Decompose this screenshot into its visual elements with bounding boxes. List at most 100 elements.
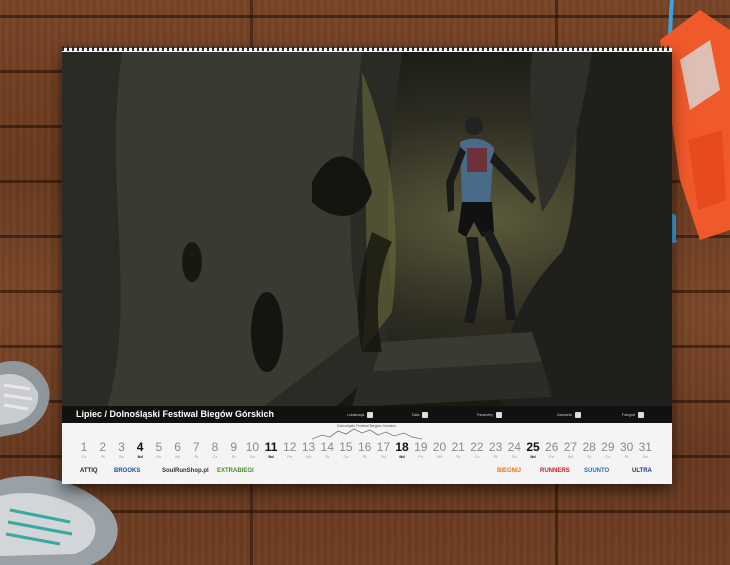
day-number: 11 [264,440,278,454]
calendar-day: 3 So [111,441,131,460]
day-weekday: So [642,454,648,459]
calendar-day: 5 Pn [149,441,169,460]
runner-figure [446,117,536,324]
day-number: 31 [638,440,652,454]
calendar-day: 27 Wt [560,441,580,460]
day-weekday: So [380,454,386,459]
location-icon [367,412,374,418]
calendar-day: 11 Nd [261,441,281,460]
day-number: 28 [582,440,596,454]
days-row: 1 Cz 2 Pt 3 So 4 Nd 5 Pn 6 Wt 7 Śr 8 Cz 9 Pt 10 So 11 Nd 12 Pn 1… [78,441,658,463]
day-weekday: Nd [530,454,536,459]
day-number: 1 [80,440,88,454]
day-number: 21 [451,440,465,454]
calendar-day: 18 Nd [392,441,412,460]
day-number: 20 [432,440,447,454]
day-number: 22 [470,440,484,454]
sponsor-logo: ULTRA [632,468,652,474]
day-weekday: Wt [567,454,573,459]
day-number: 16 [357,440,372,454]
calendar-day: 17 So [373,441,393,460]
day-number: 12 [283,440,297,454]
day-number: 2 [99,440,107,454]
day-weekday: Cz [81,454,87,459]
info-runner-label: Zawodnik [557,413,572,417]
day-weekday: Pt [231,454,236,459]
day-number: 24 [507,440,521,454]
calendar-day: 29 Cz [598,441,618,460]
runner-icon [574,412,581,418]
calendar-day: 30 Pt [617,441,637,460]
day-weekday: Cz [212,454,218,459]
day-weekday: So [249,454,255,459]
info-parameters: Parametry [477,409,503,421]
day-number: 29 [601,440,615,454]
calendar-day: 28 Śr [579,441,599,460]
calendar-day: 25 Nd [523,441,543,460]
day-weekday: Śr [325,454,330,459]
day-weekday: So [511,454,517,459]
day-weekday: Wt [437,454,442,459]
day-number: 9 [230,440,238,454]
caption-bar: Lipiec / Dolnośląski Festiwal Biegów Gór… [62,406,672,423]
sponsor-logo: RUNNERS [540,468,570,474]
calendar-day: 9 Pt [224,441,244,460]
day-number: 23 [488,440,503,454]
calendar-day: 15 Cz [336,441,356,460]
calendar-day: 7 Śr [186,441,206,460]
elevation-profile [312,428,422,440]
day-weekday: Śr [587,454,592,459]
day-weekday: Pn [549,454,555,459]
day-number: 19 [414,440,428,454]
day-weekday: So [118,454,124,459]
day-weekday: Cz [474,454,480,459]
day-number: 14 [320,440,334,454]
calendar-day: 12 Pn [280,441,300,460]
day-number: 26 [545,440,559,454]
day-number: 17 [376,440,391,454]
day-weekday: Nd [268,454,274,459]
calendar-day: 24 So [504,441,524,460]
calendar-day: 14 Śr [317,441,337,460]
day-number: 4 [136,440,144,454]
day-weekday: Nd [399,454,405,459]
sponsor-logo: BIEGNIJ [497,468,522,474]
day-number: 25 [526,440,540,454]
calendar-day: 4 Nd [130,441,150,460]
day-number: 3 [118,440,125,454]
day-number: 5 [155,440,163,454]
calendar-strip: Dolnośląski Festiwal Biegów Górskich 1 Cz… [62,423,672,484]
mountain-icon [496,412,503,418]
calendar-day: 6 Wt [168,441,188,460]
day-weekday: Pt [362,454,367,459]
info-photographer: Fotograf [622,409,645,421]
calendar-day: 19 Pn [411,441,431,460]
calendar-day: 2 Pt [93,441,113,460]
day-number: 13 [301,440,316,454]
calendar-day: 26 Pn [542,441,562,460]
info-runner: Zawodnik [557,409,581,421]
info-date-label: Data [412,413,420,417]
info-photographer-label: Fotograf [622,413,636,417]
info-location-label: Lokalizacja [347,413,365,417]
day-number: 18 [395,440,409,454]
day-weekday: Pn [418,454,424,459]
photo-scene [62,52,672,423]
sponsor-logo: SUUNTO [584,468,610,474]
calendar-day: 8 Cz [205,441,225,460]
info-location: Lokalizacja [347,409,374,421]
wall-calendar: Lipiec / Dolnośląski Festiwal Biegów Gór… [62,46,672,484]
day-weekday: Pt [100,454,105,459]
day-number: 15 [339,440,353,454]
day-weekday: Pt [624,454,629,459]
running-shoe-bottom [0,475,118,565]
spiral-binding [62,46,672,51]
day-weekday: Cz [343,454,349,459]
info-date: Data [412,409,429,421]
calendar-day: 10 So [242,441,262,460]
calendar-photo [62,52,672,423]
day-number: 6 [174,440,181,454]
calendar-day: 16 Pt [355,441,375,460]
camera-icon [638,412,645,418]
day-number: 10 [245,440,260,454]
